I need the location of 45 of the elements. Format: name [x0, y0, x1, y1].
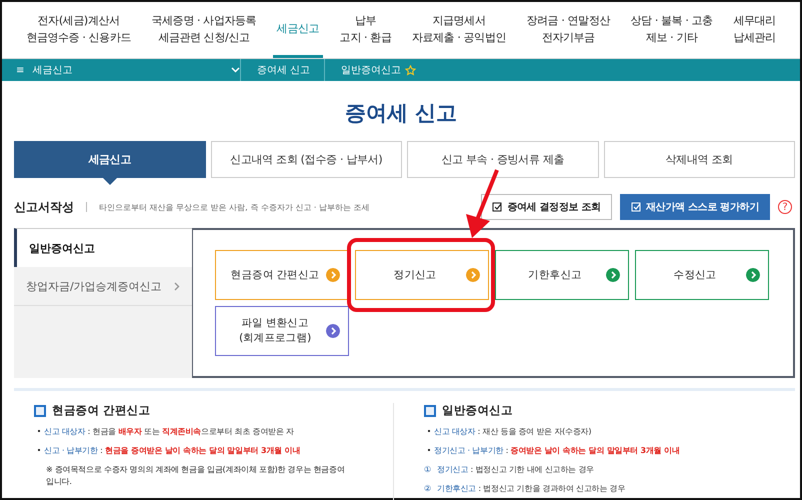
- nav-menu-item[interactable]: 전자(세금)계산서 현금영수증 · 신용카드: [22, 2, 135, 58]
- info-note: ※ 증여목적으로 수증자 명의의 계좌에 현금을 입금(계좌이체 포함)한 경우는 현금증여입니다.: [45, 464, 346, 488]
- number-marker: ②: [424, 484, 431, 493]
- filing-option-button[interactable]: 수정신고: [635, 250, 769, 300]
- evaluate-button[interactable]: 재산가액 스스로 평가하기: [620, 194, 770, 220]
- info-heading: 현금증여 간편신고: [52, 403, 150, 418]
- breadcrumb-item[interactable]: 증여세 신고: [257, 63, 310, 77]
- section-description: 타인으로부터 재산을 무상으로 받은 사람, 즉 수증자가 신고 · 납부하는 조세: [99, 202, 371, 212]
- filing-option-button[interactable]: 기한후신고: [495, 250, 629, 300]
- filing-option-button[interactable]: 정기신고: [355, 250, 489, 300]
- square-bullet-icon: [34, 404, 46, 416]
- info-text: 신고 대상자 : 재산 등을 증여 받은 자(수증자): [424, 426, 767, 438]
- nav-menu-item[interactable]: 상담 · 불복 · 고충 제보 · 기타: [626, 2, 717, 58]
- info-text: 정기신고 : 법정신고 기한 내에 신고하는 경우: [436, 465, 594, 474]
- nav-menu-item[interactable]: 장려금 · 연말정산 전자기부금: [522, 2, 614, 58]
- lookup-button[interactable]: 증여세 결정정보 조회: [481, 194, 612, 220]
- filing-option-button[interactable]: 파일 변환신고 (회계프로그램): [215, 306, 349, 356]
- info-text: 기한후신고 : 법정신고 기한을 경과하여 신고하는 경우: [436, 484, 626, 493]
- filing-option-button[interactable]: 현금증여 간편신고: [215, 250, 349, 300]
- side-menu-item[interactable]: 일반증여신고: [14, 228, 192, 267]
- info-heading: 일반증여신고: [442, 403, 513, 418]
- star-icon[interactable]: [405, 64, 416, 76]
- nav-menu-item[interactable]: 세무대리 납세관리: [729, 2, 780, 58]
- page-title: 증여세 신고: [344, 100, 458, 127]
- tab[interactable]: 신고내역 조회 (접수증 · 납부서): [210, 141, 402, 178]
- nav-menu-item[interactable]: 국세증명 · 사업자등록 세금관련 신청/신고: [148, 2, 260, 58]
- chevron-down-icon[interactable]: [231, 67, 240, 73]
- section-title: 신고서작성: [14, 198, 74, 216]
- number-marker: ①: [424, 465, 431, 474]
- nav-menu-item[interactable]: 지급명세서 자료제출 · 공익법인: [408, 2, 510, 58]
- tab-pointer-icon: [102, 177, 118, 185]
- menu-icon[interactable]: ≡: [16, 64, 24, 76]
- info-text: 신고 · 납부기한 : 현금을 증여받은 날이 속하는 달의 말일부터 3개월 이내: [34, 445, 377, 457]
- nav-menu-item[interactable]: 납부 고지 · 환급: [336, 2, 396, 58]
- checkbox-icon: [492, 202, 504, 212]
- chevron-right-icon: [174, 282, 180, 290]
- breadcrumb-item[interactable]: 세금신고: [32, 63, 223, 77]
- tab[interactable]: 삭제내역 조회: [604, 141, 795, 178]
- square-bullet-icon: [424, 404, 436, 416]
- info-text: 정기신고 · 납부기한 : 증여받은 날이 속하는 달의 말일부터 3개월 이내: [424, 445, 767, 457]
- tab[interactable]: 신고 부속 · 증빙서류 제출: [407, 141, 598, 178]
- checkbox-icon: [630, 202, 642, 212]
- info-text: 신고 대상자 : 현금을 배우자 또는 직계존비속으로부터 최초 증여받은 자: [34, 426, 377, 438]
- help-icon[interactable]: ?: [778, 200, 792, 214]
- breadcrumb-item[interactable]: 일반증여신고: [341, 63, 402, 77]
